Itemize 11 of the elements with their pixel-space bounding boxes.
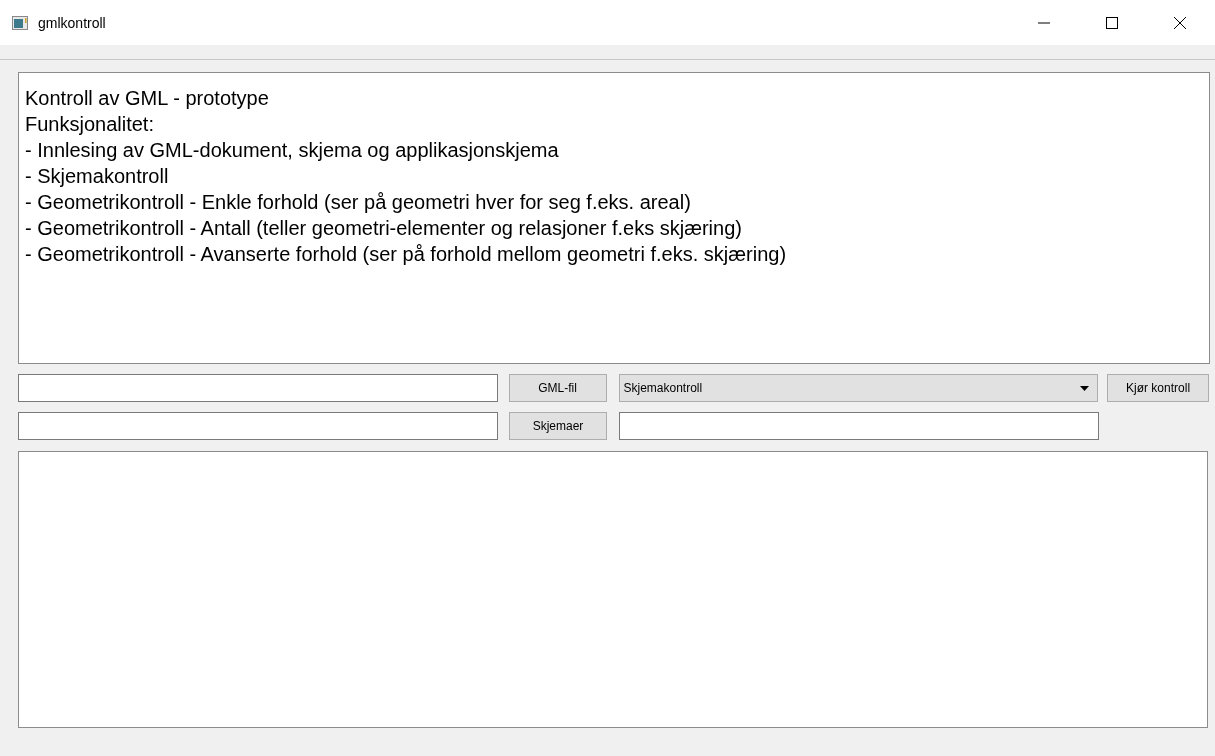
text-field[interactable] — [619, 412, 1099, 440]
gml-file-button[interactable]: GML-fil — [508, 374, 607, 402]
gml-file-field[interactable] — [18, 374, 498, 402]
schema-field[interactable] — [18, 412, 498, 440]
description-text-area[interactable]: Kontroll av GML - prototype Funksjonalitet: - Innlesing av GML-dokument, skjema og applikasjonskjema - Skjemakontroll - Geometrikontroll - Enkle forhold (ser på geometri hver for seg f.eks. areal) - Geometrikontroll - Antall (teller geometri-elementer og relasjoner f.eks skjæring) - Geometrikontroll - Avanserte forhold (ser på forhold mellom geometri f.eks. skjæring) — [18, 72, 1210, 364]
app-icon — [12, 15, 28, 30]
check-type-dropdown[interactable]: Skjemakontroll — [618, 374, 1099, 402]
window-title: gmlkontroll — [38, 14, 107, 31]
schemas-button[interactable]: Skjemaer — [509, 412, 607, 440]
dropdown-arrow-icon — [1080, 385, 1090, 391]
run-check-button[interactable]: Kjør kontroll — [1107, 374, 1209, 402]
